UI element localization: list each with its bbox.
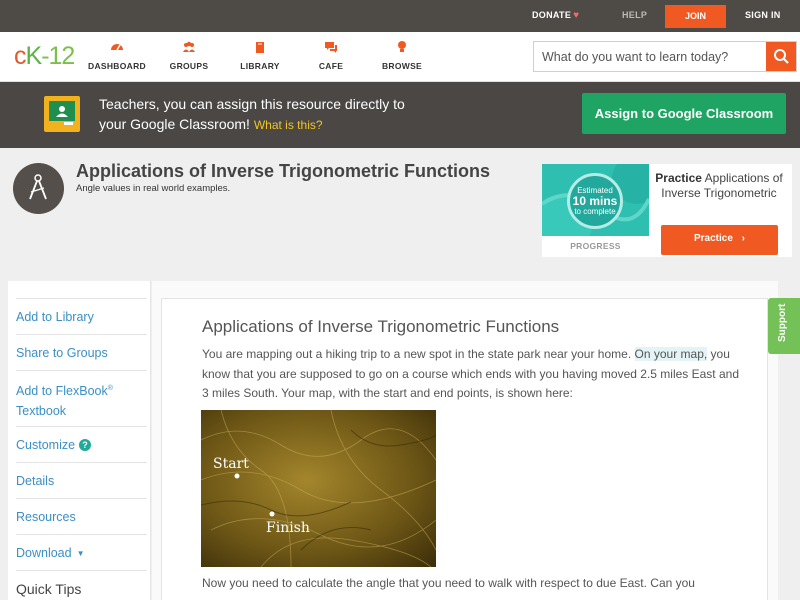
google-classroom-icon xyxy=(44,96,80,132)
start-point-marker xyxy=(234,473,240,479)
groups-icon xyxy=(183,41,195,52)
map-finish-label: Finish xyxy=(266,520,310,536)
sidebar-item-label-line-2: Textbook xyxy=(16,404,67,419)
practice-heading: Practice Applications of Inverse Trigono… xyxy=(655,171,783,200)
practice-heading-bold: Practice xyxy=(655,171,702,185)
help-link[interactable]: HELP xyxy=(622,10,647,20)
search-box xyxy=(533,41,797,72)
join-button[interactable]: JOIN xyxy=(665,5,726,28)
top-utility-bar: DONATE ♥ HELP JOIN SIGN IN xyxy=(0,0,800,32)
sidebar-item-label: Details xyxy=(16,474,55,488)
support-tab[interactable]: Support xyxy=(768,298,800,354)
ck12-logo[interactable]: cK-12 xyxy=(14,42,75,71)
chevron-right-icon: › xyxy=(741,233,746,244)
sidebar-item-label: Add to FlexBook xyxy=(16,384,108,399)
compass-icon xyxy=(13,163,64,214)
progress-label: PROGRESS xyxy=(570,241,621,251)
nav-cafe-label: CAFE xyxy=(318,61,344,71)
nav-browse[interactable]: BROWSE xyxy=(367,40,437,71)
heart-icon: ♥ xyxy=(573,10,580,21)
assign-to-google-classroom-button[interactable]: Assign to Google Classroom xyxy=(582,93,786,134)
donate-link[interactable]: DONATE ♥ xyxy=(532,10,579,21)
article-paragraph-2: Now you need to calculate the angle that… xyxy=(202,576,695,590)
nav-groups[interactable]: GROUPS xyxy=(154,40,224,71)
map-start-label: Start xyxy=(213,456,249,472)
to-complete-label: to complete xyxy=(574,207,616,216)
sidebar-item-add-to-flexbook[interactable]: Add to FlexBook® Textbook xyxy=(16,370,147,426)
paragraph-text: You are mapping out a hiking trip to a n… xyxy=(202,347,632,361)
sidebar-item-label: Resources xyxy=(16,510,76,524)
search-button[interactable] xyxy=(766,42,796,71)
hiking-map-image: Start Finish xyxy=(201,410,436,567)
banner-line-1: Teachers, you can assign this resource d… xyxy=(99,96,405,112)
nav-dashboard-label: DASHBOARD xyxy=(88,61,146,71)
nav-browse-label: BROWSE xyxy=(381,61,423,71)
logo-c: c xyxy=(14,42,26,70)
support-tab-label: Support xyxy=(777,303,788,342)
concept-subtitle: Angle values in real world examples. xyxy=(76,183,231,194)
practice-button[interactable]: Practice › xyxy=(661,225,778,255)
nav-cafe[interactable]: CAFE xyxy=(296,40,366,71)
article-title: Applications of Inverse Trigonometric Fu… xyxy=(202,317,560,336)
finish-point-marker xyxy=(269,511,275,517)
registered-mark: ® xyxy=(107,385,113,392)
logo-12: -12 xyxy=(41,42,75,70)
sidebar: Add to Library Share to Groups Add to Fl… xyxy=(8,281,151,600)
highlighted-text: On your map, xyxy=(634,347,708,361)
sidebar-item-customize[interactable]: Customize? xyxy=(16,426,147,462)
sidebar-item-label: Share to Groups xyxy=(16,346,108,360)
sidebar-item-label: Quick Tips xyxy=(16,581,82,597)
nav-library-label: LIBRARY xyxy=(240,61,280,71)
sidebar-item-label: Add to Library xyxy=(16,310,94,324)
cafe-icon xyxy=(325,42,337,53)
main-header: cK-12 DASHBOARD GROUPS LIBRARY CAFE BROW… xyxy=(0,32,800,82)
sidebar-item-label: Customize xyxy=(16,438,76,452)
library-icon xyxy=(256,42,264,53)
nav-dashboard[interactable]: DASHBOARD xyxy=(82,40,152,71)
estimated-minutes: 10 mins xyxy=(572,194,618,208)
practice-button-label: Practice xyxy=(693,233,733,244)
caret-down-icon: ▼ xyxy=(76,549,85,558)
banner-line-2: your Google Classroom! xyxy=(99,116,250,132)
sign-in-link[interactable]: SIGN IN xyxy=(745,10,781,20)
estimated-time-badge: Estimated 10 mins to complete xyxy=(567,173,623,229)
search-input[interactable] xyxy=(534,42,766,71)
nav-groups-label: GROUPS xyxy=(169,61,209,71)
what-is-this-link[interactable]: What is this? xyxy=(254,118,323,132)
sidebar-item-resources[interactable]: Resources xyxy=(16,498,147,534)
sidebar-item-quick-tips[interactable]: Quick Tips xyxy=(16,570,147,600)
banner-message: Teachers, you can assign this resource d… xyxy=(99,94,459,135)
logo-k: K xyxy=(25,42,43,70)
sidebar-item-share-to-groups[interactable]: Share to Groups xyxy=(16,334,147,370)
help-icon[interactable]: ? xyxy=(79,439,92,451)
sidebar-item-download[interactable]: Download ▼ xyxy=(16,534,147,570)
donate-label: DONATE xyxy=(532,10,572,20)
nav-library[interactable]: LIBRARY xyxy=(225,40,295,71)
dashboard-icon xyxy=(111,44,123,51)
sidebar-item-label: Download xyxy=(16,546,72,560)
article-paragraph-1: You are mapping out a hiking trip to a n… xyxy=(202,345,742,404)
concept-title: Applications of Inverse Trigonometric Fu… xyxy=(76,161,491,181)
search-icon xyxy=(774,49,789,64)
sidebar-item-add-to-library[interactable]: Add to Library xyxy=(16,298,147,334)
sidebar-item-details[interactable]: Details xyxy=(16,462,147,498)
browse-icon xyxy=(398,41,406,52)
